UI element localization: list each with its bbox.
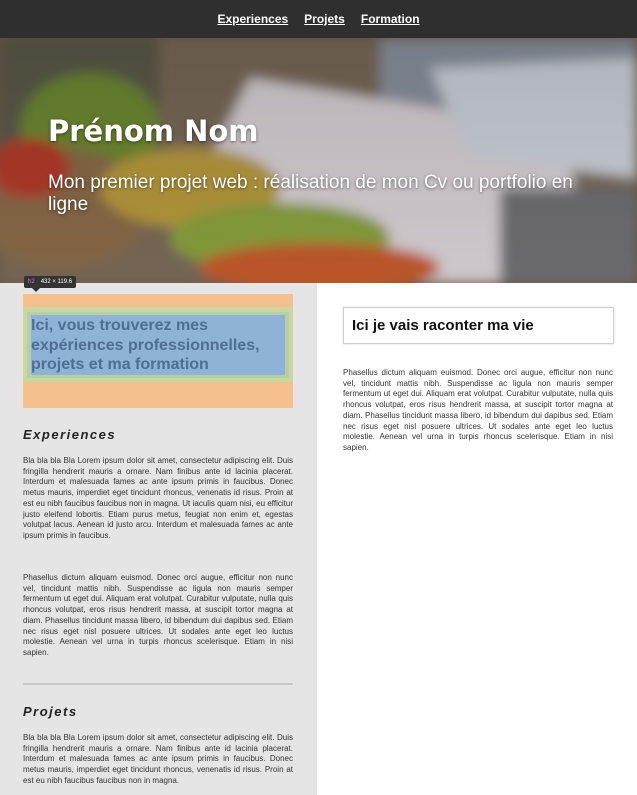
hero-name: Prénom Nom [48,114,259,148]
nav-link-projets[interactable]: Projets [304,12,345,26]
devtools-element-tooltip: h2 432 × 119.6 [24,276,77,292]
story-heading-box: Ici je vais raconter ma vie [343,307,614,344]
hero-background-image [0,38,637,283]
devtools-tag-name: h2 [28,279,35,285]
nav-link-formation[interactable]: Formation [361,12,420,26]
experiences-paragraph-2: Phasellus dictum aliquam euismod. Donec … [23,573,293,657]
hero-subtitle: Mon premier projet web : réalisation de … [48,172,573,215]
section-divider [23,683,293,685]
intro-heading: Ici, vous trouverez mes expériences prof… [31,317,260,373]
hero-banner: Prénom Nom Mon premier projet web : réal… [0,38,637,283]
nav-link-experiences[interactable]: Experiences [217,12,288,26]
devtools-element-size: 432 × 119.6 [40,279,73,285]
top-navigation: Experiences Projets Formation [0,0,637,38]
story-heading: Ici je vais raconter ma vie [352,317,534,334]
projets-heading: Projets [23,704,78,719]
projets-paragraph-1: Bla bla bla Bla Lorem ipsum dolor sit am… [23,733,293,785]
experiences-heading: Experiences [23,427,117,442]
experiences-paragraph-1: Bla bla bla Bla Lorem ipsum dolor sit am… [23,456,293,540]
story-paragraph: Phasellus dictum aliquam euismod. Donec … [343,368,613,452]
